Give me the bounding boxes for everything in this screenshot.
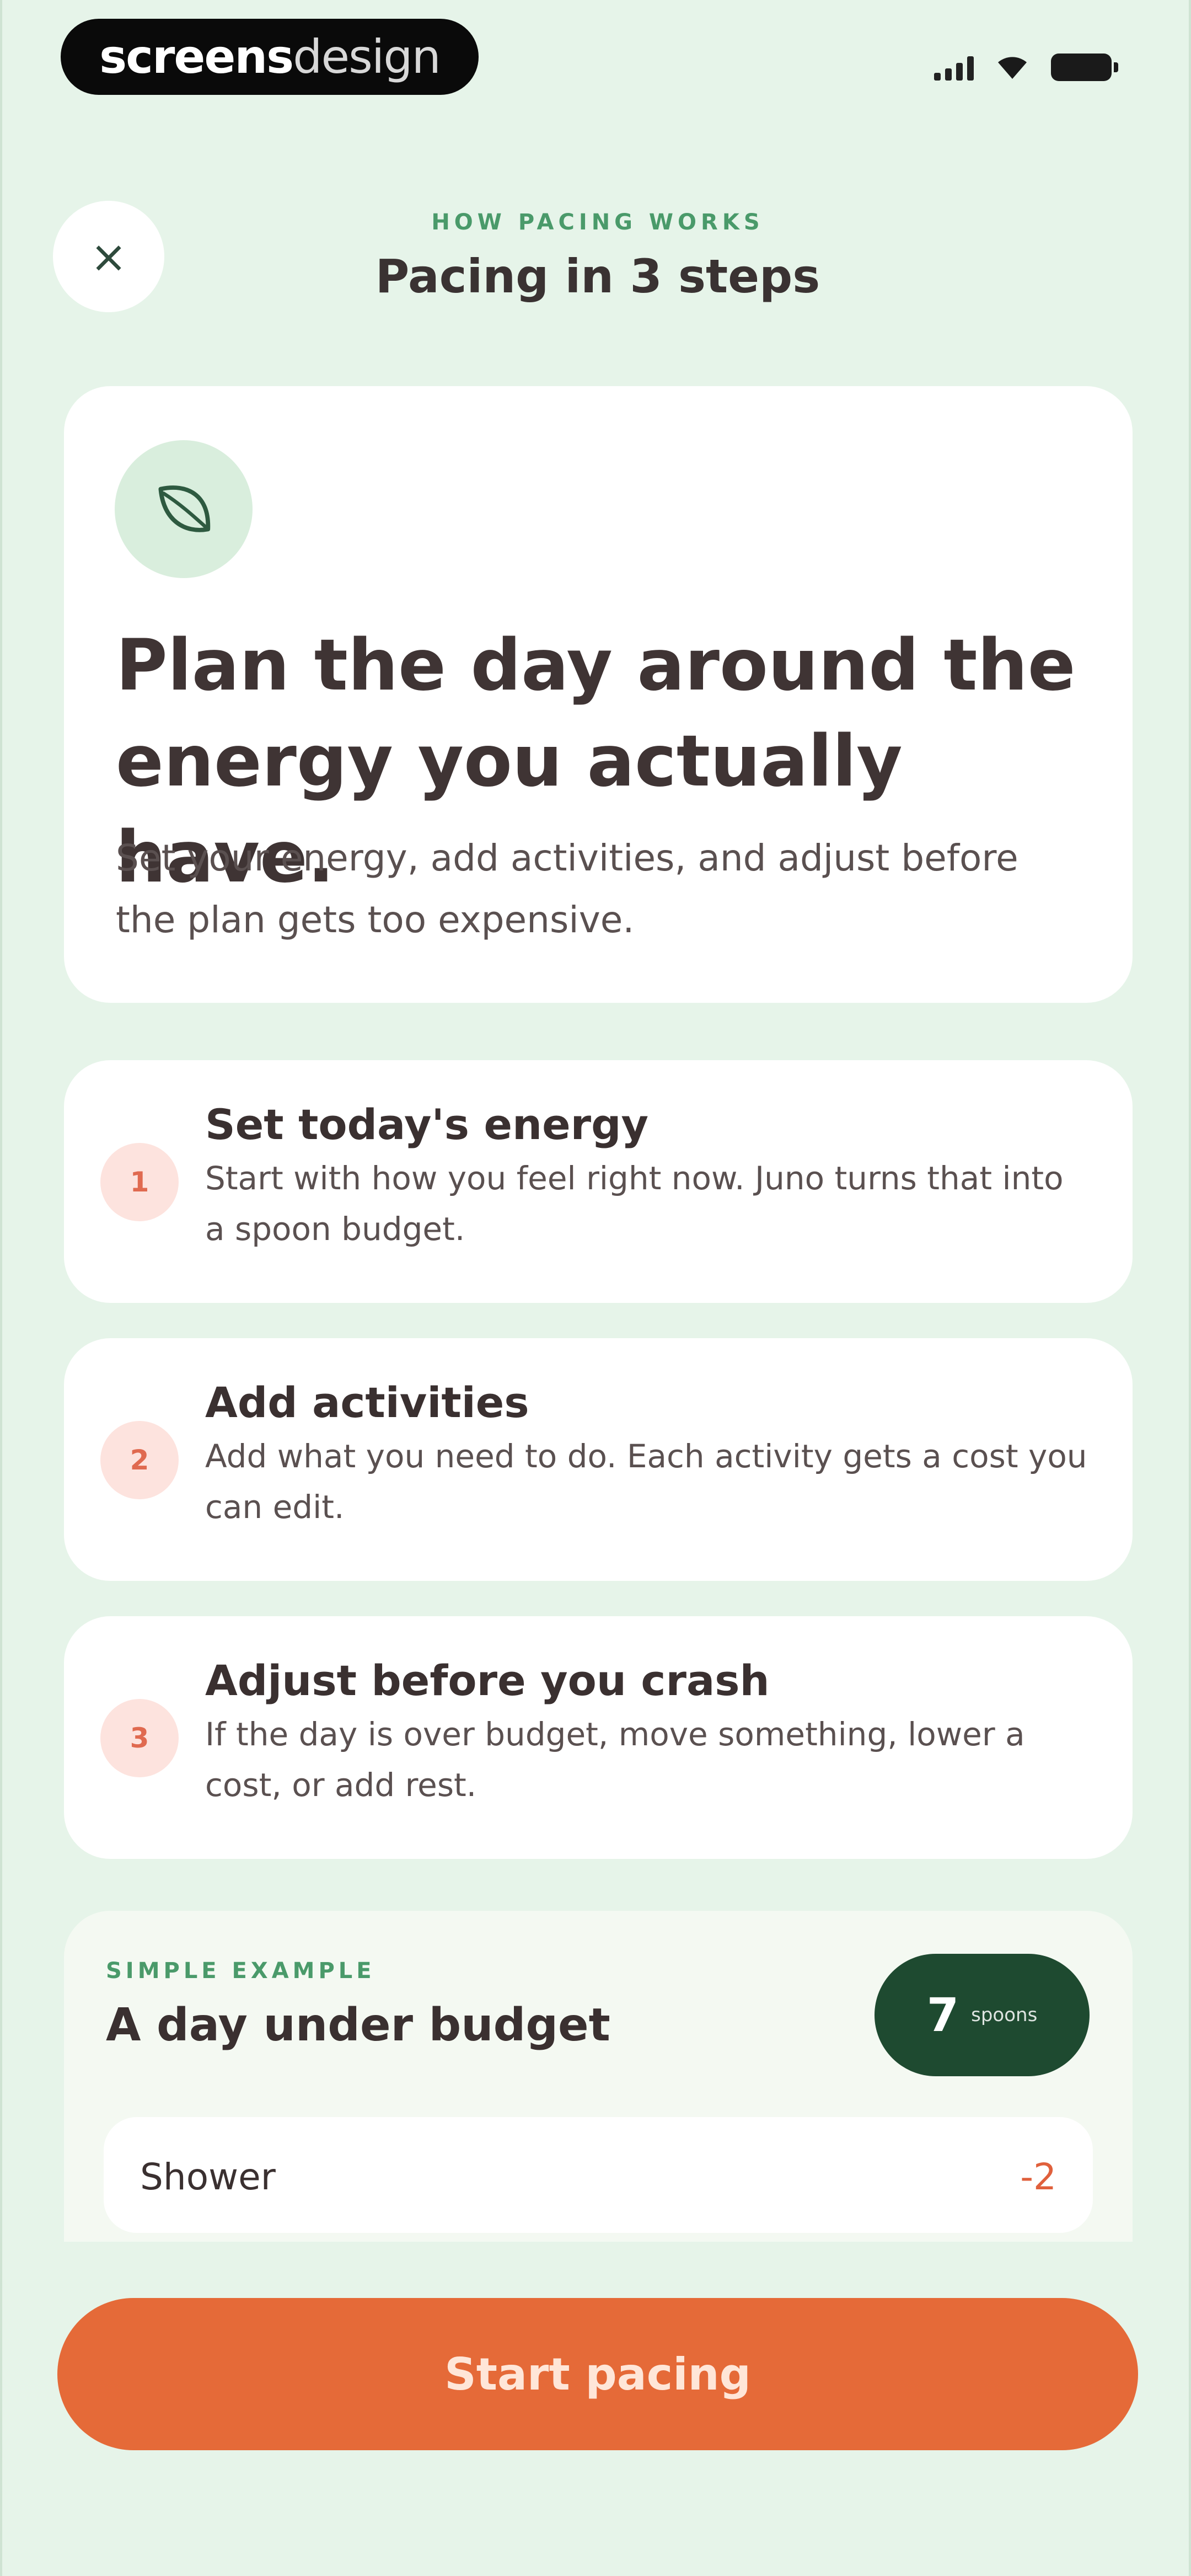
brand-watermark: screens design xyxy=(61,19,479,95)
step-number-badge: 2 xyxy=(100,1421,179,1499)
step-number-badge: 1 xyxy=(100,1143,179,1221)
app-screen: screens design × HOW PACING WORKS Pacing … xyxy=(0,0,1191,2576)
activity-name: Shower xyxy=(140,2156,276,2198)
brand-light: design xyxy=(293,30,441,84)
step-body: Add what you need to do. Each activity g… xyxy=(205,1437,1087,1526)
example-title: A day under budget xyxy=(106,1999,610,2051)
step-card-3: 3 Adjust before you crash If the day is … xyxy=(64,1616,1133,1859)
example-card[interactable]: SIMPLE EXAMPLE A day under budget 7 spoo… xyxy=(64,1911,1133,2242)
signal-icon xyxy=(934,54,974,81)
step-card-1: 1 Set today's energy Start with how you … xyxy=(64,1060,1133,1303)
page-title: Pacing in 3 steps xyxy=(375,249,820,303)
spoon-unit: spoons xyxy=(971,2004,1038,2026)
battery-icon xyxy=(1051,54,1118,81)
spoon-count: 7 xyxy=(926,1988,959,2042)
step-body: Start with how you feel right now. Juno … xyxy=(205,1159,1064,1248)
step-title: Add activities xyxy=(205,1378,529,1427)
leaf-icon xyxy=(158,485,211,532)
step-title: Set today's energy xyxy=(205,1100,649,1149)
spoon-budget-badge: 7 spoons xyxy=(875,1954,1090,2076)
brand-bold: screens xyxy=(99,30,294,84)
step-title: Adjust before you crash xyxy=(205,1656,770,1705)
step-body: If the day is over budget, move somethin… xyxy=(205,1715,1025,1804)
start-pacing-button[interactable]: Start pacing xyxy=(57,2298,1138,2450)
example-eyebrow: SIMPLE EXAMPLE xyxy=(106,1958,375,1984)
hero-card: Plan the day around the energy you actua… xyxy=(64,386,1133,1003)
hero-body: Set your energy, add activities, and adj… xyxy=(116,837,1018,941)
leaf-icon-badge xyxy=(115,440,253,578)
step-number-badge: 3 xyxy=(100,1699,179,1777)
status-icons xyxy=(934,51,1118,84)
activity-cost: -2 xyxy=(1020,2156,1056,2198)
step-card-2: 2 Add activities Add what you need to do… xyxy=(64,1338,1133,1581)
wifi-icon xyxy=(998,57,1027,79)
activity-row: Shower -2 xyxy=(104,2117,1093,2233)
header-eyebrow: HOW PACING WORKS xyxy=(431,210,764,235)
